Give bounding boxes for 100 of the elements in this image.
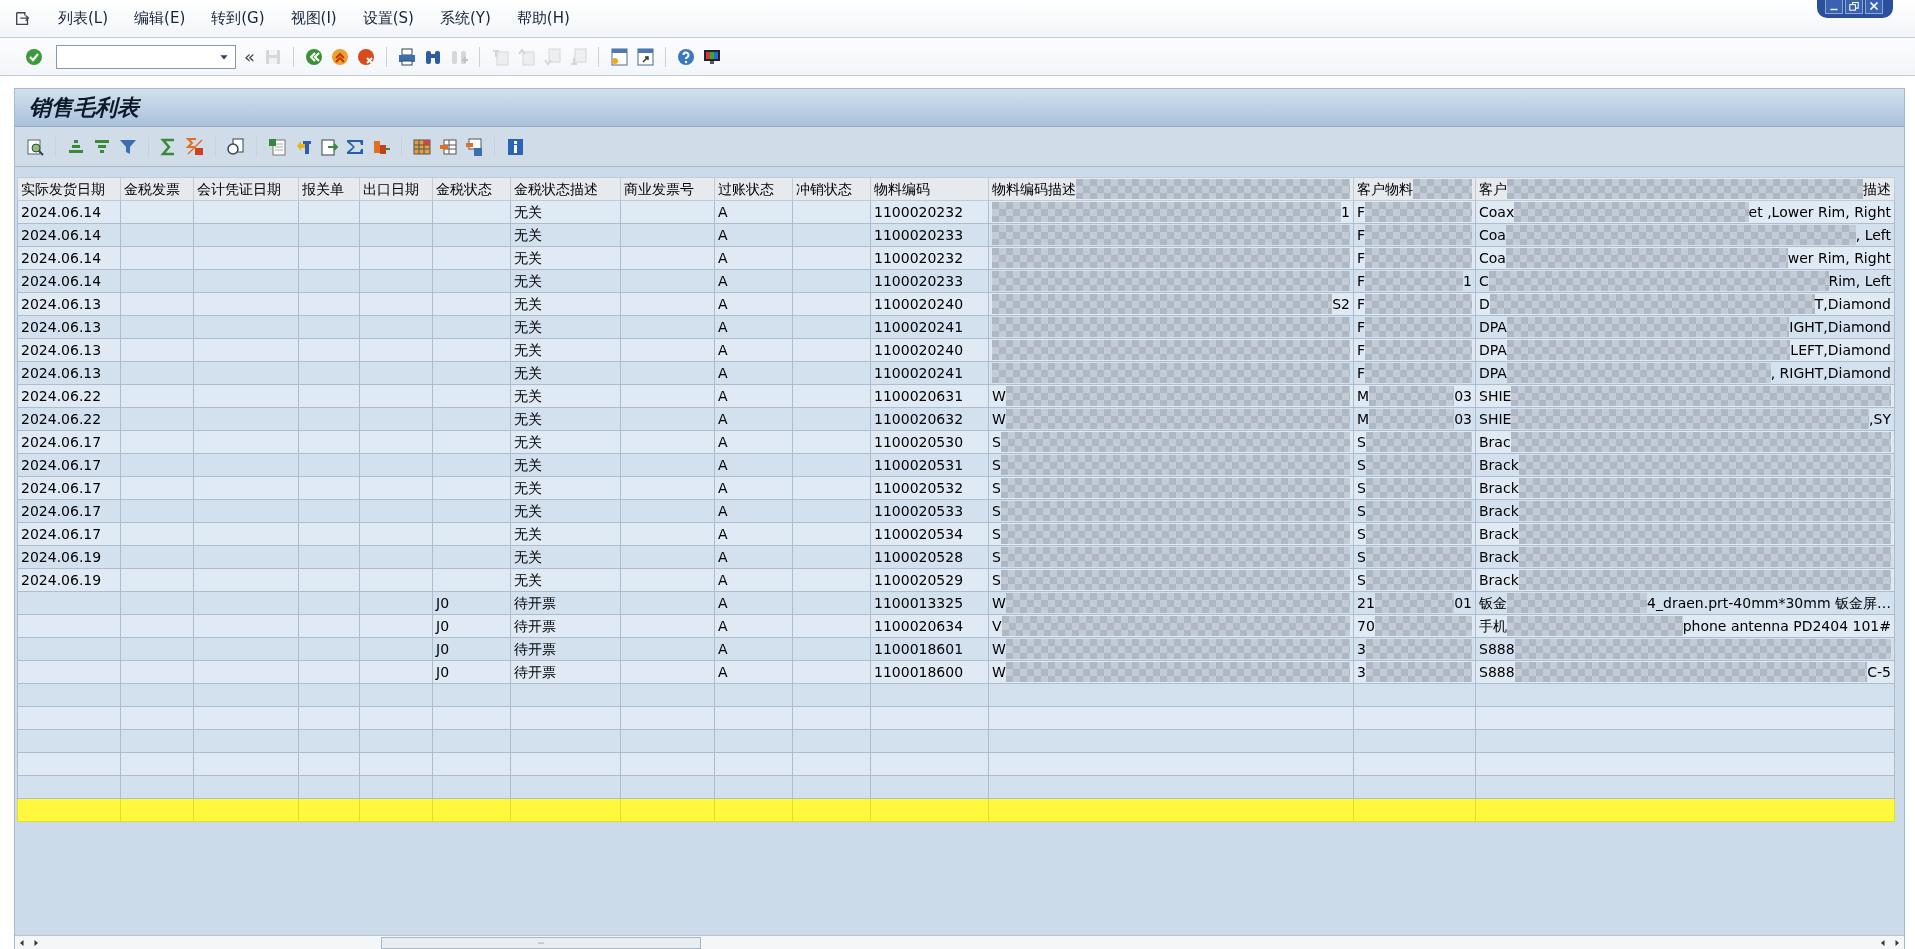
table-cell: 2024.06.13 (21, 364, 102, 381)
command-field[interactable] (56, 44, 236, 69)
history-toggle[interactable]: « (242, 47, 257, 66)
menu-icon[interactable] (14, 9, 32, 28)
table-cell: A (718, 433, 728, 450)
table-cell-text: F (1357, 271, 1366, 291)
table-cell: A (718, 249, 728, 266)
window-shortcut-icon[interactable] (635, 46, 655, 67)
back-icon[interactable] (304, 46, 324, 67)
table-cell-text: M (1357, 409, 1370, 429)
table-cell: 无关 (514, 272, 542, 289)
pixelated-redaction (1413, 179, 1472, 199)
new-window-icon[interactable] (609, 46, 629, 67)
table-cell: A (718, 617, 728, 634)
table-cell: 2024.06.14 (21, 249, 102, 266)
enter-icon[interactable] (24, 46, 44, 67)
menu-item[interactable]: 视图(I) (290, 7, 337, 30)
menu-item[interactable]: 设置(S) (362, 7, 414, 30)
table-cell: 1100020240 (874, 341, 964, 358)
document-view-icon[interactable] (226, 136, 246, 157)
print-icon[interactable] (397, 46, 417, 67)
magnifier-details-icon[interactable] (25, 136, 45, 157)
table-cell-text: S (992, 478, 1001, 498)
table-cell: 1100020233 (874, 226, 964, 243)
menu-item[interactable]: 列表(L) (58, 7, 109, 30)
info-icon[interactable] (505, 136, 525, 157)
subtotal-icon[interactable] (185, 136, 205, 157)
table-cell-text: S (1357, 478, 1366, 498)
table-cell-text: 手机 (1479, 616, 1507, 636)
table-cell: 1100020532 (874, 479, 964, 496)
menu-item[interactable]: 帮助(H) (516, 7, 570, 30)
table-cell: A (718, 548, 728, 565)
table-cell-text: SHIE (1479, 386, 1512, 406)
table-cell: 待开票 (514, 663, 556, 680)
table-cell-text: F (1357, 317, 1366, 337)
table-cell: 1100020240 (874, 295, 964, 312)
scroll-thumb[interactable] (381, 936, 701, 949)
exit-icon[interactable] (330, 46, 350, 67)
table-cell-text: S (1357, 501, 1366, 521)
table-cell-text: 3 (1357, 662, 1366, 682)
table-cell-text: S (992, 524, 1001, 544)
table-cell-text: Brack (1479, 547, 1519, 567)
table-cell: 2024.06.17 (21, 502, 102, 519)
table-cell: 无关 (514, 387, 542, 404)
cancel-icon[interactable] (356, 46, 376, 67)
table-cell-text: , Left (1855, 225, 1891, 245)
layout-select-icon[interactable] (438, 136, 458, 157)
table-cell-text: S (992, 455, 1001, 475)
table-cell: A (718, 387, 728, 404)
table-cell: 1100020232 (874, 249, 964, 266)
table-cell-text: C (1479, 271, 1489, 291)
table-cell-text: W (992, 662, 1006, 682)
table-cell: 1100020631 (874, 387, 964, 404)
grid-layout-icon[interactable] (412, 136, 432, 157)
menu-item[interactable]: 系统(Y) (439, 7, 491, 30)
table-cell-text: Coax (1479, 202, 1515, 222)
table-cell: A (718, 456, 728, 473)
table-cell: J0 (436, 640, 450, 657)
table-cell: 1100018600 (874, 663, 964, 680)
file-export-icon[interactable] (319, 136, 339, 157)
table-cell-text: C-5 (1867, 662, 1891, 682)
table-cell-text: IGHT,Diamond (1789, 317, 1891, 337)
table-cell-text: 03 (1454, 409, 1472, 429)
table-cell: 待开票 (514, 640, 556, 657)
layout-save-icon[interactable] (464, 136, 484, 157)
table-cell-text: LEFT,Diamond (1790, 340, 1891, 360)
table-cell: 无关 (514, 318, 542, 335)
table-cell: J0 (436, 663, 450, 680)
table-cell-text: SHIE (1479, 409, 1512, 429)
menu-item[interactable]: 编辑(E) (134, 7, 186, 30)
table-cell: 1100018601 (874, 640, 964, 657)
table-cell-text: Coa (1479, 248, 1506, 268)
table-cell-text: S (1357, 547, 1366, 567)
table-cell: 无关 (514, 502, 542, 519)
table-cell-text: S (992, 570, 1001, 590)
table-cell-text: F (1357, 294, 1366, 314)
spreadsheet-export-icon[interactable] (267, 136, 287, 157)
table-cell-text: Coa (1479, 225, 1506, 245)
table-cell-text: 1 (1463, 271, 1472, 291)
table-cell: 2024.06.19 (21, 571, 102, 588)
table-cell: A (718, 318, 728, 335)
table-cell: 2024.06.13 (21, 295, 102, 312)
table-cell: 2024.06.14 (21, 272, 102, 289)
help-icon[interactable] (676, 46, 696, 67)
table-cell-text: V (992, 616, 1002, 636)
menu-item[interactable]: 转到(G) (211, 7, 265, 30)
table-cell-text: Brack (1479, 570, 1519, 590)
table-cell-text: wer Rim, Right (1787, 248, 1891, 268)
table-cell-text: 1 (1341, 202, 1350, 222)
table-cell-text: Rim, Left (1828, 271, 1891, 291)
table-cell-text: DPA (1479, 317, 1507, 337)
table-cell-text: Brack (1479, 524, 1519, 544)
table-cell-text: Brack (1479, 501, 1519, 521)
table-cell-text: W (992, 386, 1006, 406)
table-cell: A (718, 525, 728, 542)
table-cell: 1100013325 (874, 594, 964, 611)
table-cell-text: F (1357, 363, 1366, 383)
table-cell: 2024.06.17 (21, 433, 102, 450)
restore-icon[interactable] (1847, 0, 1861, 13)
close-icon[interactable] (1867, 0, 1881, 13)
